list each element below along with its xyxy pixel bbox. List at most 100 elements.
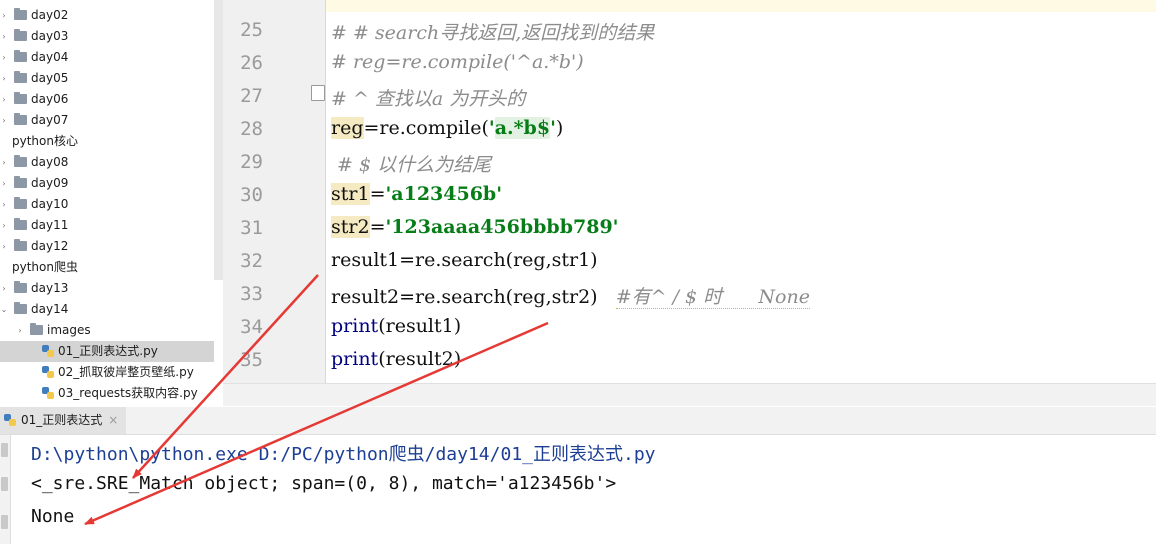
- var-reg: reg: [331, 117, 364, 139]
- tree-item-label: day10: [31, 197, 69, 211]
- tree-item-label: 02_抓取彼岸整页壁纸.py: [58, 365, 194, 379]
- code-line-29: # $ 以什么为结尾: [331, 154, 492, 176]
- rerun-icon[interactable]: [1, 443, 8, 457]
- tree-item[interactable]: › day11: [0, 215, 214, 236]
- line-number: 28: [240, 118, 263, 140]
- line-number: 35: [240, 349, 263, 371]
- fold-icon[interactable]: [311, 85, 325, 101]
- tree-item-label: day11: [31, 218, 69, 232]
- expand-arrow-icon[interactable]: ›: [0, 89, 8, 110]
- expand-arrow-icon[interactable]: ›: [0, 152, 8, 173]
- tree-item[interactable]: › day09: [0, 173, 214, 194]
- folder-icon: [14, 50, 27, 62]
- expand-arrow-icon[interactable]: ›: [0, 236, 8, 257]
- console-output-match: <_sre.SRE_Match object; span=(0, 8), mat…: [31, 473, 617, 494]
- tree-item[interactable]: › day04: [0, 47, 214, 68]
- code-line-27: # ^ 查找以a 为开头的: [331, 88, 526, 110]
- tree-item[interactable]: › day03: [0, 26, 214, 47]
- regex-pattern: a.*b$: [494, 117, 551, 139]
- tree-item[interactable]: ⌄ day14: [0, 299, 214, 320]
- expand-arrow-icon[interactable]: ›: [0, 215, 8, 236]
- python-file-icon: [42, 366, 54, 378]
- builtin-print: print: [331, 348, 379, 370]
- folder-icon: [14, 113, 27, 125]
- tree-item[interactable]: › day12: [0, 236, 214, 257]
- tree-item[interactable]: python核心: [0, 131, 214, 152]
- run-tab[interactable]: 01_正则表达式 ×: [0, 407, 127, 434]
- tree-item[interactable]: › day08: [0, 152, 214, 173]
- code-line-34: print(result1): [331, 315, 461, 337]
- python-file-icon: [4, 414, 16, 426]
- tree-scrollbar[interactable]: [214, 0, 223, 280]
- code-editor[interactable]: 25 26 27 28 29 30 31 32 33 34 35 # # search寻找返回,返回…: [223, 0, 1156, 406]
- run-console[interactable]: D:\python\python.exe D:/PC/python爬虫/day1…: [11, 435, 1156, 544]
- settings-icon[interactable]: [1, 515, 8, 529]
- tree-item[interactable]: 03_requests获取内容.py: [0, 383, 214, 404]
- tree-item-label: day14: [31, 302, 69, 316]
- close-icon[interactable]: ×: [108, 413, 118, 427]
- expand-arrow-icon[interactable]: ›: [0, 194, 8, 215]
- folder-icon: [14, 281, 27, 293]
- line-number: 25: [240, 19, 263, 41]
- code-text: =: [369, 183, 386, 205]
- run-tab-bar: 01_正则表达式 ×: [0, 407, 1156, 435]
- project-tree: › day02 › day03 › day04 › day05 › day06 › day07 pyth…: [0, 0, 214, 405]
- run-tab-label: 01_正则表达式: [21, 413, 103, 427]
- code-line-25: # # search寻找返回,返回找到的结果: [331, 22, 655, 44]
- expand-arrow-icon[interactable]: ›: [0, 68, 8, 89]
- expand-arrow-icon[interactable]: ⌄: [0, 299, 8, 320]
- folder-icon: [14, 8, 27, 20]
- tree-item-label: day06: [31, 92, 69, 106]
- tree-item-label: day12: [31, 239, 69, 253]
- run-toolbar: [0, 435, 11, 544]
- tree-item-label: images: [47, 323, 91, 337]
- code-text: =: [369, 216, 386, 238]
- folder-icon: [14, 71, 27, 83]
- tree-item[interactable]: › day06: [0, 89, 214, 110]
- line-number: 27: [240, 85, 263, 107]
- tree-item-label: day07: [31, 113, 69, 127]
- tree-item-label: day08: [31, 155, 69, 169]
- folder-icon: [14, 155, 27, 167]
- current-line-highlight: [326, 0, 1156, 12]
- tree-item-label: day05: [31, 71, 69, 85]
- expand-arrow-icon[interactable]: ›: [0, 173, 8, 194]
- gutter-divider: [325, 0, 326, 383]
- string-literal: 'a123456b': [385, 183, 503, 205]
- tree-item[interactable]: 02_抓取彼岸整页壁纸.py: [0, 362, 214, 383]
- tree-item[interactable]: › day02: [0, 5, 214, 26]
- expand-arrow-icon[interactable]: ›: [0, 278, 8, 299]
- code-text: (result1): [378, 315, 462, 337]
- folder-icon: [14, 302, 27, 314]
- code-text: ): [555, 117, 564, 139]
- tree-item-label: python爬虫: [12, 260, 78, 274]
- tree-item[interactable]: python爬虫: [0, 257, 214, 278]
- expand-arrow-icon[interactable]: ›: [0, 110, 8, 131]
- editor-horizontal-scrollbar[interactable]: [223, 383, 1156, 406]
- tree-item[interactable]: › day05: [0, 68, 214, 89]
- folder-icon: [14, 239, 27, 251]
- var-str1: str1: [331, 183, 370, 205]
- tree-item[interactable]: 01_正则表达式.py: [0, 341, 214, 362]
- tree-item[interactable]: › day07: [0, 110, 214, 131]
- line-number: 32: [240, 250, 263, 272]
- expand-arrow-icon[interactable]: ›: [0, 5, 8, 26]
- tree-item-label: 01_正则表达式.py: [58, 344, 158, 358]
- folder-icon: [14, 218, 27, 230]
- python-file-icon: [42, 345, 54, 357]
- code-text: =re.compile(: [363, 117, 489, 139]
- expand-arrow-icon[interactable]: ›: [16, 320, 24, 341]
- expand-arrow-icon[interactable]: ›: [0, 47, 8, 68]
- stop-icon[interactable]: [1, 477, 8, 491]
- line-number: 34: [240, 316, 263, 338]
- tree-item[interactable]: › images: [0, 320, 214, 341]
- line-number: 29: [240, 151, 263, 173]
- folder-icon: [14, 176, 27, 188]
- expand-arrow-icon[interactable]: ›: [0, 26, 8, 47]
- tree-item-label: python核心: [12, 134, 78, 148]
- code-line-26: # reg=re.compile('^a.*b'): [331, 51, 584, 73]
- tree-item-label: day13: [31, 281, 69, 295]
- line-number-gutter: 25 26 27 28 29 30 31 32 33 34 35: [223, 0, 325, 383]
- tree-item[interactable]: › day10: [0, 194, 214, 215]
- tree-item[interactable]: › day13: [0, 278, 214, 299]
